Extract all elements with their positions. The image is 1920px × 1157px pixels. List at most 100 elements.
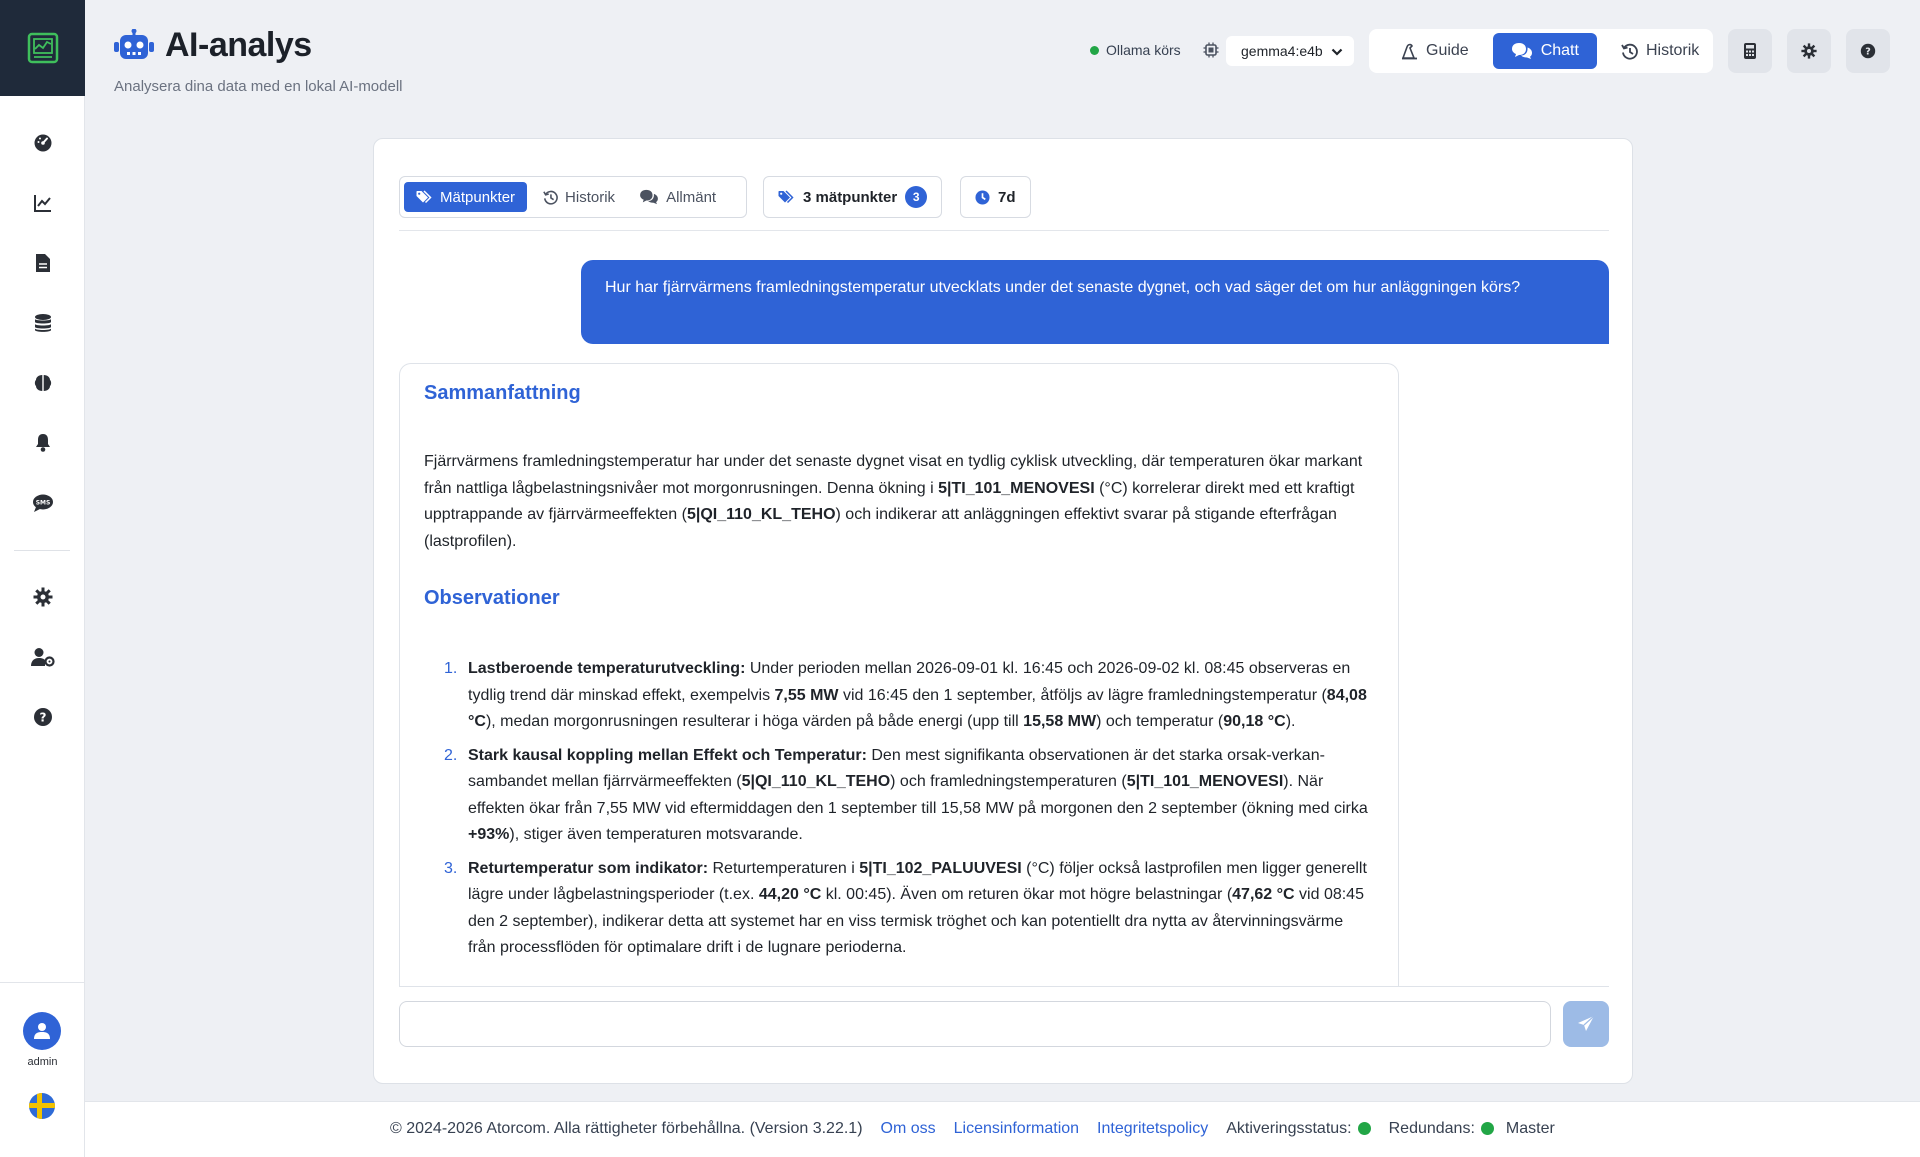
sidebar: SMS ? admin [0,0,85,1157]
footer-privacy-link[interactable]: Integritetspolicy [1097,1120,1208,1138]
robot-icon [114,28,154,59]
database-icon [34,314,51,332]
page-header: AI-analys [113,26,312,65]
avatar[interactable] [23,1012,61,1050]
user-icon [34,1023,50,1039]
tags-icon [778,189,794,203]
brain-icon [34,375,51,391]
ollama-status-label: Ollama körs [1106,42,1181,58]
svg-text:?: ? [1865,47,1871,58]
nav-history-label: Historik [1645,42,1700,59]
help-icon: ? [1860,43,1876,59]
nav-chat-label: Chatt [1540,42,1579,59]
hat-wizard-icon [1401,43,1417,59]
history-icon [543,190,558,205]
card-separator [399,230,1609,231]
sidebar-separator [14,550,70,551]
nav-guide-button[interactable]: Guide [1383,33,1487,69]
activation-status-dot [1357,1122,1371,1136]
status-dot [1090,45,1099,55]
user-settings-icon [30,648,55,667]
document-icon [35,254,50,272]
page-subtitle: Analysera dina data med en lokal AI-mode… [114,78,403,95]
redundancy-status-dot [1480,1122,1494,1136]
summary-heading: Sammanfattning [424,382,581,404]
tab-historik[interactable]: Historik [531,182,627,212]
summary-paragraph: Fjärrvärmens framledningstemperatur har … [424,453,1363,550]
list-item: 3. Returtemperatur som indikator: Returte… [444,859,1367,957]
sidebar-item-database[interactable] [0,303,85,343]
tags-icon [416,189,432,203]
sidebar-item-sms[interactable]: SMS [0,483,85,523]
help-icon: ? [33,708,52,726]
sidebar-item-alarms[interactable] [0,423,85,463]
tab-historik-label: Historik [565,188,616,206]
send-button[interactable] [1563,1001,1609,1047]
calculator-button[interactable] [1728,29,1772,73]
gear-icon [33,587,52,607]
sidebar-item-charts[interactable] [0,183,85,223]
nav-guide-label: Guide [1426,42,1469,59]
footer-copyright: © 2024-2026 Atorcom. Alla rättigheter fö… [390,1120,863,1137]
model-select-value: gemma4:e4b [1241,43,1323,59]
language-flag-icon[interactable] [29,1093,55,1119]
footer-row: © 2024-2026 Atorcom. Alla rättigheter fö… [390,1120,1555,1138]
settings-button[interactable] [1787,29,1831,73]
footer: © 2024-2026 Atorcom. Alla rättigheter fö… [85,1101,1920,1157]
points-selector-button[interactable]: 3 mätpunkter 3 [763,176,943,218]
comments-icon [1511,43,1532,59]
sidebar-item-users[interactable] [0,637,85,677]
list-item: 2. Stark kausal koppling mellan Effekt oc… [444,746,1368,844]
app-logo[interactable] [0,0,85,96]
chip-icon [1203,42,1219,58]
redundancy-status: Redundans: [1389,1120,1494,1138]
top-nav: Guide Chatt Historik [1369,29,1713,73]
history-icon [1621,43,1638,60]
svg-text:SMS: SMS [35,500,50,507]
sms-icon: SMS [32,494,53,512]
observations-list: 1. Lastberoende temperaturutveckling: Und… [424,656,1374,962]
chat-card: Mätpunkter Historik Allmänt 3 mätpunkter… [373,138,1633,1084]
sidebar-item-ai[interactable] [0,363,85,403]
logo-icon [27,32,58,64]
observations-heading: Observationer [424,587,560,609]
list-item: 1. Lastberoende temperaturutveckling: Und… [444,660,1367,730]
model-select[interactable]: gemma4:e4b [1226,36,1354,66]
time-range-button[interactable]: 7d [960,176,1031,218]
comments-icon [640,189,658,205]
time-range-label: 7d [998,188,1016,206]
chat-input[interactable] [399,1001,1551,1047]
tab-allmant[interactable]: Allmänt [627,182,728,212]
chart-line-icon [33,195,51,212]
sidebar-item-help[interactable]: ? [0,697,85,737]
tab-matpunkter[interactable]: Mätpunkter [404,182,528,212]
sidebar-item-dashboard[interactable] [0,123,85,163]
ai-response: Sammanfattning Fjärrvärmens framlednings… [399,363,1399,987]
paper-plane-icon [1578,1015,1595,1031]
gear-icon [1801,43,1817,59]
footer-license-link[interactable]: Licensinformation [954,1120,1079,1138]
tab-matpunkter-label: Mätpunkter [440,188,516,206]
activation-status: Aktiveringsstatus: [1226,1120,1371,1138]
bell-icon [35,434,50,452]
points-selector-label: 3 mätpunkter [803,188,898,206]
calculator-icon [1744,43,1756,59]
help-button[interactable]: ? [1846,29,1890,73]
points-count-badge: 3 [905,186,928,208]
clock-icon [975,189,990,205]
nav-history-button[interactable]: Historik [1603,33,1717,69]
chevron-down-icon [1331,48,1343,56]
context-tabs: Mätpunkter Historik Allmänt [399,176,747,218]
svg-text:?: ? [39,711,46,725]
ollama-status: Ollama körs [1090,42,1181,58]
tab-allmant-label: Allmänt [666,188,717,206]
user-name: admin [27,1056,58,1068]
sidebar-item-settings[interactable] [0,577,85,617]
sidebar-item-reports[interactable] [0,243,85,283]
nav-chat-button[interactable]: Chatt [1492,33,1597,69]
footer-about-link[interactable]: Om oss [881,1120,936,1138]
page-title: AI-analys [165,26,312,64]
redundancy-role: Master [1505,1120,1555,1137]
user-message: Hur har fjärrvärmens framledningstempera… [581,260,1609,344]
sidebar-bottom-separator [0,982,85,983]
